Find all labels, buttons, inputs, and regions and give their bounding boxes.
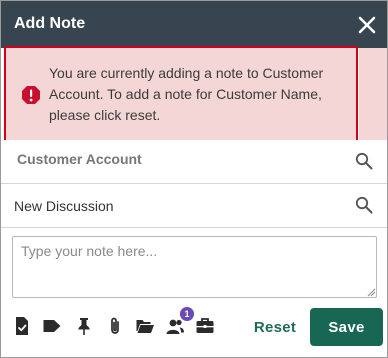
alert-background-strip bbox=[359, 48, 387, 142]
alert-banner: You are currently adding a note to Custo… bbox=[4, 46, 358, 142]
dialog-title: Add Note bbox=[14, 15, 86, 32]
task-checklist-icon[interactable] bbox=[12, 316, 32, 336]
alert-exclamation-icon bbox=[22, 86, 40, 104]
note-textarea[interactable] bbox=[12, 236, 377, 298]
discussion-field[interactable]: New Discussion bbox=[1, 184, 387, 228]
save-button[interactable]: Save bbox=[310, 308, 383, 346]
customer-account-field[interactable]: Customer Account bbox=[1, 140, 387, 184]
customer-account-value: Customer Account bbox=[17, 151, 142, 167]
search-icon[interactable] bbox=[355, 196, 373, 214]
dialog-header: Add Note bbox=[1, 1, 387, 48]
pin-icon[interactable] bbox=[74, 316, 94, 336]
folder-open-icon[interactable] bbox=[135, 316, 155, 336]
search-icon[interactable] bbox=[355, 152, 373, 170]
paperclip-icon[interactable] bbox=[105, 316, 125, 336]
add-note-dialog: Add Note You are currently adding a note… bbox=[0, 0, 388, 358]
briefcase-icon[interactable] bbox=[195, 316, 215, 336]
people-count-badge: 1 bbox=[180, 307, 194, 321]
close-icon[interactable] bbox=[357, 15, 377, 35]
reset-button[interactable]: Reset bbox=[247, 317, 303, 337]
discussion-value: New Discussion bbox=[14, 198, 114, 214]
tag-icon[interactable] bbox=[42, 316, 62, 336]
alert-message: You are currently adding a note to Custo… bbox=[49, 65, 324, 123]
